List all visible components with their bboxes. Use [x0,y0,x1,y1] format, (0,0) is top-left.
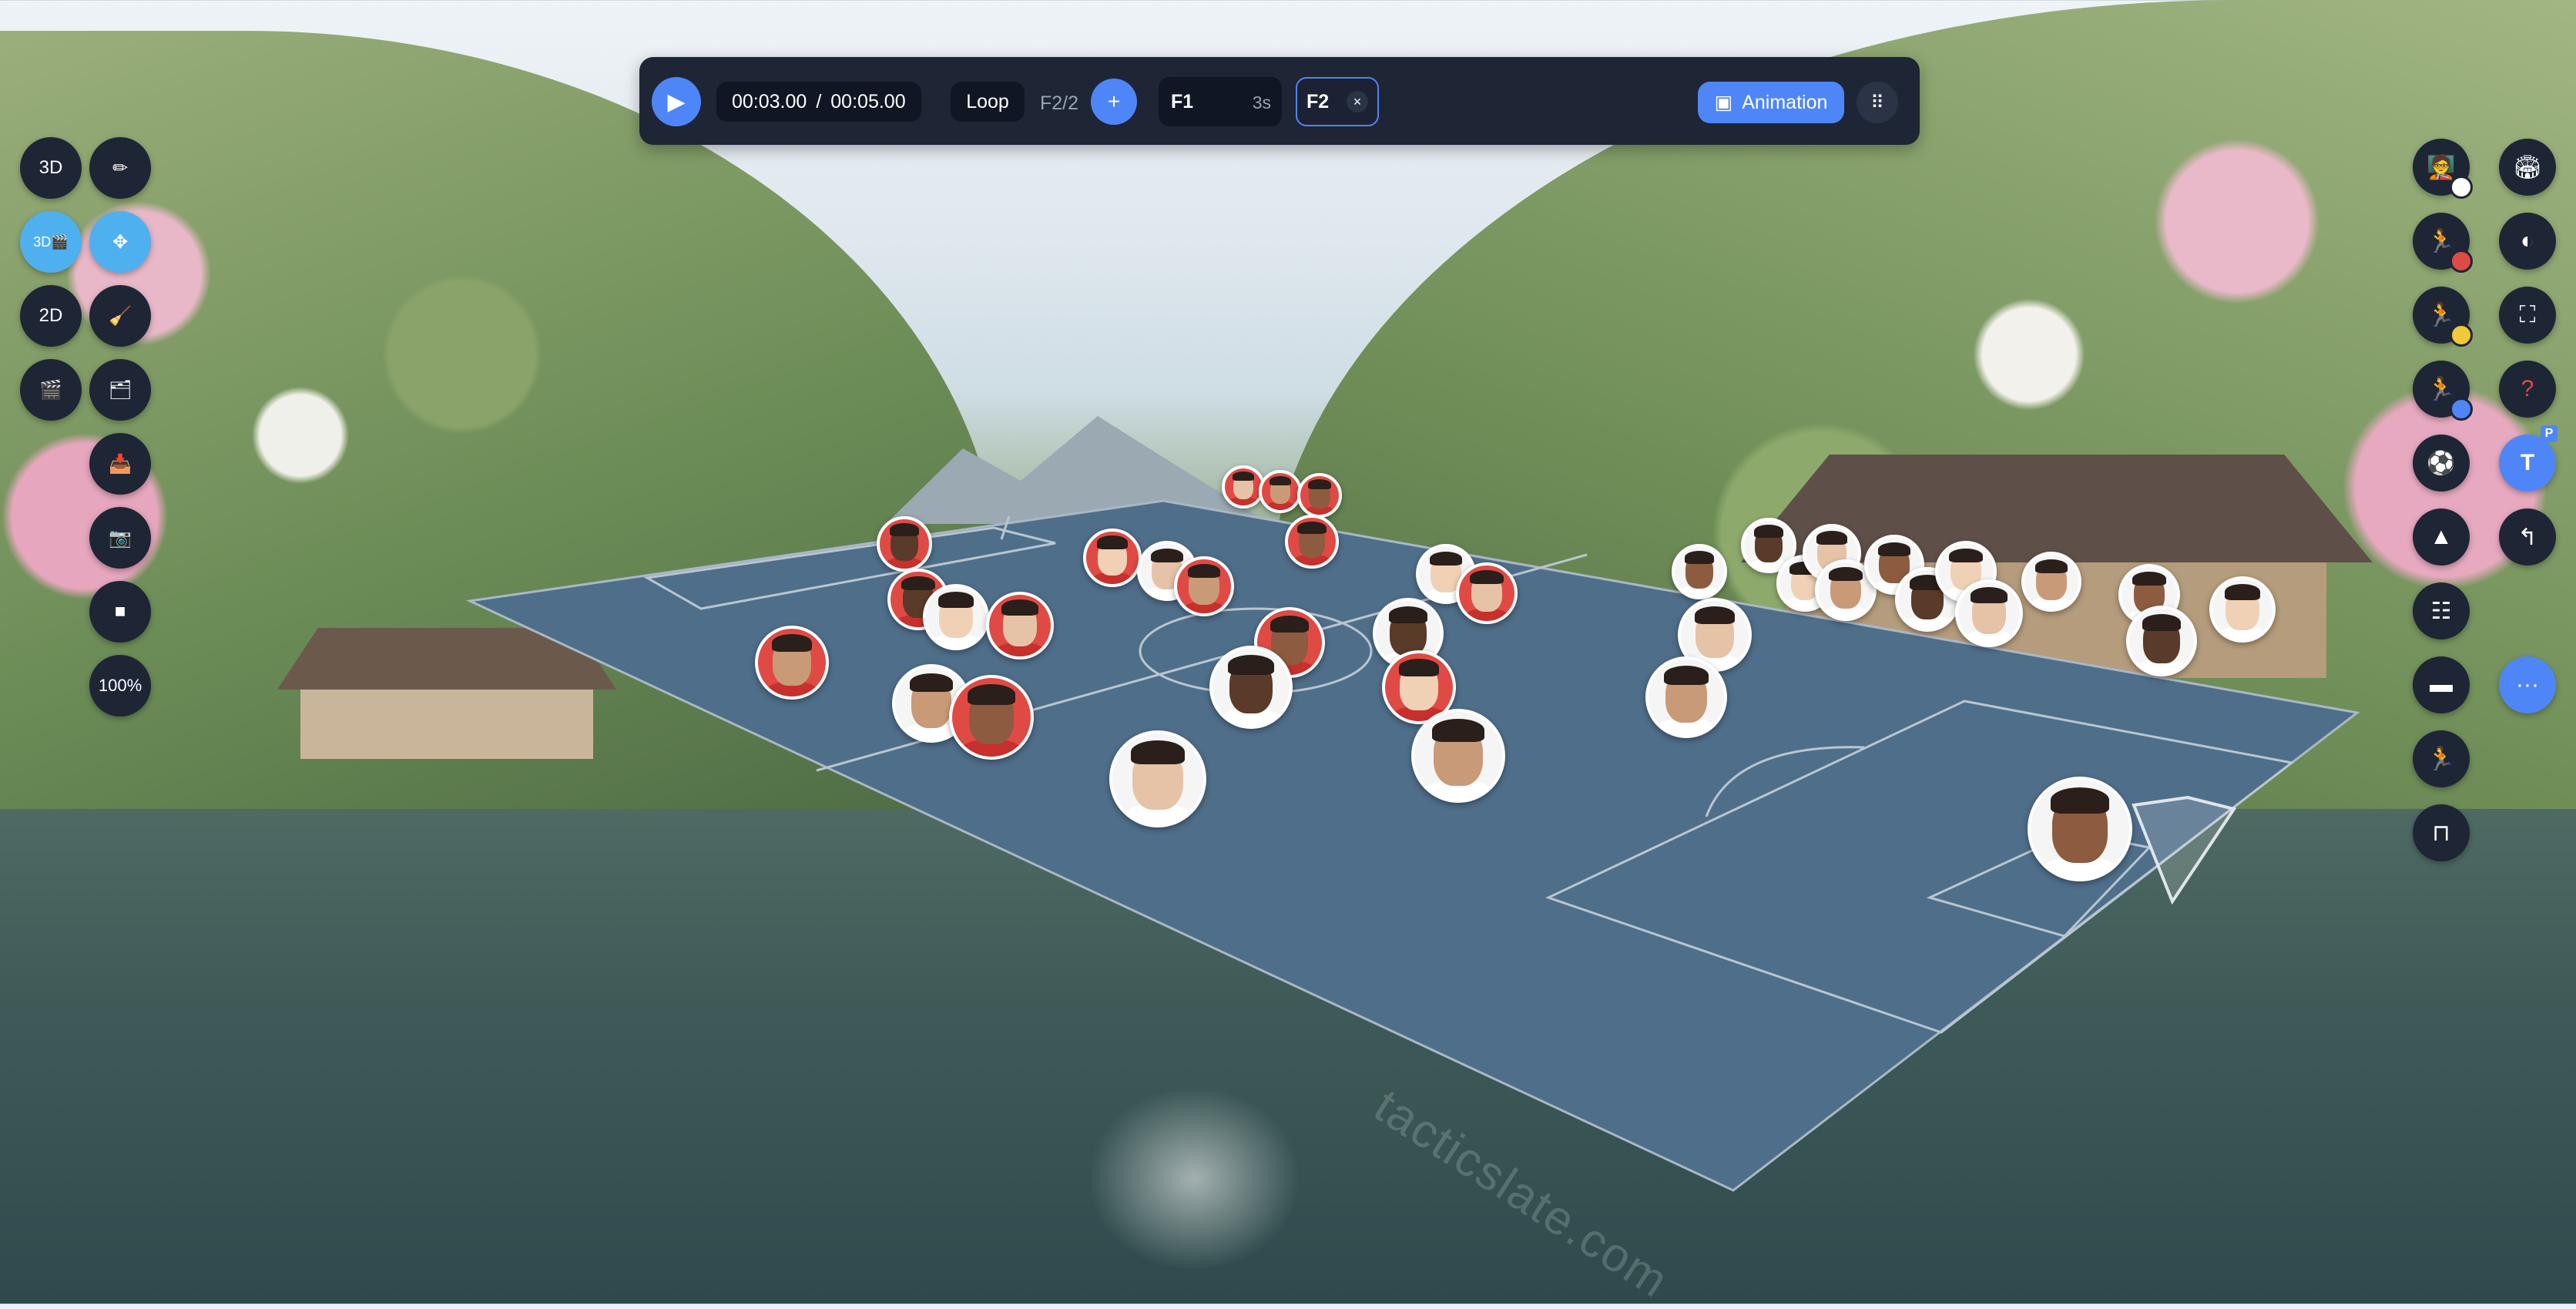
close-icon[interactable]: × [1347,91,1368,112]
cone-icon[interactable]: ▲ [2413,508,2470,566]
frame-label: F1 [1171,91,1194,112]
player-yellow-icon[interactable]: 🏃 [2413,287,2473,347]
camera-icon[interactable]: 📷 [89,507,151,569]
view-3d-button[interactable]: 3D [20,137,82,199]
player-token-white[interactable] [2209,576,2276,643]
player-token-red[interactable] [877,516,932,572]
move-icon[interactable]: ✥ [89,211,151,273]
coach-icon[interactable]: 🧑‍🏫 [2413,139,2473,199]
add-frame-button[interactable]: + [1091,79,1137,125]
runner-icon[interactable]: 🏃 [2413,730,2470,787]
fullscreen-icon[interactable]: ⛶ [2499,287,2556,344]
player-token-red[interactable] [1285,515,1339,569]
player-token-red[interactable] [755,626,829,700]
zoom-level[interactable]: 100% [89,655,151,717]
view-3d-movie-button[interactable]: 3D🎬 [20,211,82,273]
animation-button[interactable]: ▣ Animation [1698,82,1844,123]
player-token-white[interactable] [2021,552,2081,612]
animation-label: Animation [1742,91,1828,113]
player-blue-icon[interactable]: 🏃 [2413,361,2473,421]
brush-icon[interactable]: 🧹 [89,285,151,347]
hurdle-icon[interactable]: ▬ [2413,656,2470,713]
time-display: 00:03.00 / 00:05.00 [716,82,921,122]
player-token-red[interactable] [986,592,1054,660]
more-options-button[interactable]: ··· [2499,656,2556,713]
drag-handle-icon[interactable]: ⠿ [1857,82,1898,123]
player-token-white[interactable] [2028,777,2132,881]
player-red-icon[interactable]: 🏃 [2413,213,2473,273]
text-tool-button[interactable]: T [2499,435,2556,492]
undo-icon[interactable]: ↰ [2499,508,2556,566]
help-icon[interactable]: ? [2499,361,2556,418]
player-token-white[interactable] [1672,544,1727,599]
player-token-white[interactable] [923,584,989,650]
ladder-icon[interactable]: ☷ [2413,582,2470,639]
player-token-red[interactable] [1174,556,1234,616]
animation-toolbar: ▶ 00:03.00 / 00:05.00 Loop F2/2 + F1 3s … [639,57,1920,145]
player-token-red[interactable] [1083,529,1142,587]
player-token-white[interactable] [1209,646,1293,729]
player-token-red[interactable] [1456,562,1518,624]
player-token-white[interactable] [1109,730,1206,827]
folder-icon[interactable]: 🗂 [89,359,151,421]
player-token-red[interactable] [1297,473,1342,518]
goal-icon[interactable]: ⊓ [2413,804,2470,861]
frame-tab-f1[interactable]: F1 3s [1159,77,1282,126]
pencil-icon[interactable]: ✏ [89,137,151,199]
player-token-red[interactable] [949,675,1034,760]
contrast-icon[interactable]: ◐ [2499,213,2556,270]
play-button[interactable]: ▶ [652,77,701,126]
loop-button[interactable]: Loop [951,82,1025,122]
time-separator: / [816,90,822,112]
frame-label: F2 [1306,91,1330,112]
text-tool-badge: P [2541,425,2558,442]
frame-duration: 3s [1252,92,1271,112]
player-token-white[interactable] [2126,606,2197,676]
stop-icon[interactable]: ■ [89,581,151,643]
player-token-white[interactable] [1645,656,1727,738]
frame-tab-f2[interactable]: F2 × [1296,77,1379,126]
inbox-icon[interactable]: 📥 [89,433,151,495]
frame-counter: F2/2 [1040,92,1079,114]
ball-icon[interactable]: ⚽ [2413,435,2470,492]
play-icon: ▶ [667,89,686,115]
total-time: 00:05.00 [830,90,906,112]
clapper-icon[interactable]: 🎬 [20,359,82,421]
stadium-icon[interactable]: 🏟 [2499,139,2556,196]
current-time: 00:03.00 [732,90,807,112]
film-icon: ▣ [1714,92,1733,113]
player-token-white[interactable] [1411,709,1505,803]
player-token-red[interactable] [1259,470,1302,513]
player-token-white[interactable] [1955,579,2023,647]
view-2d-button[interactable]: 2D [20,285,82,347]
